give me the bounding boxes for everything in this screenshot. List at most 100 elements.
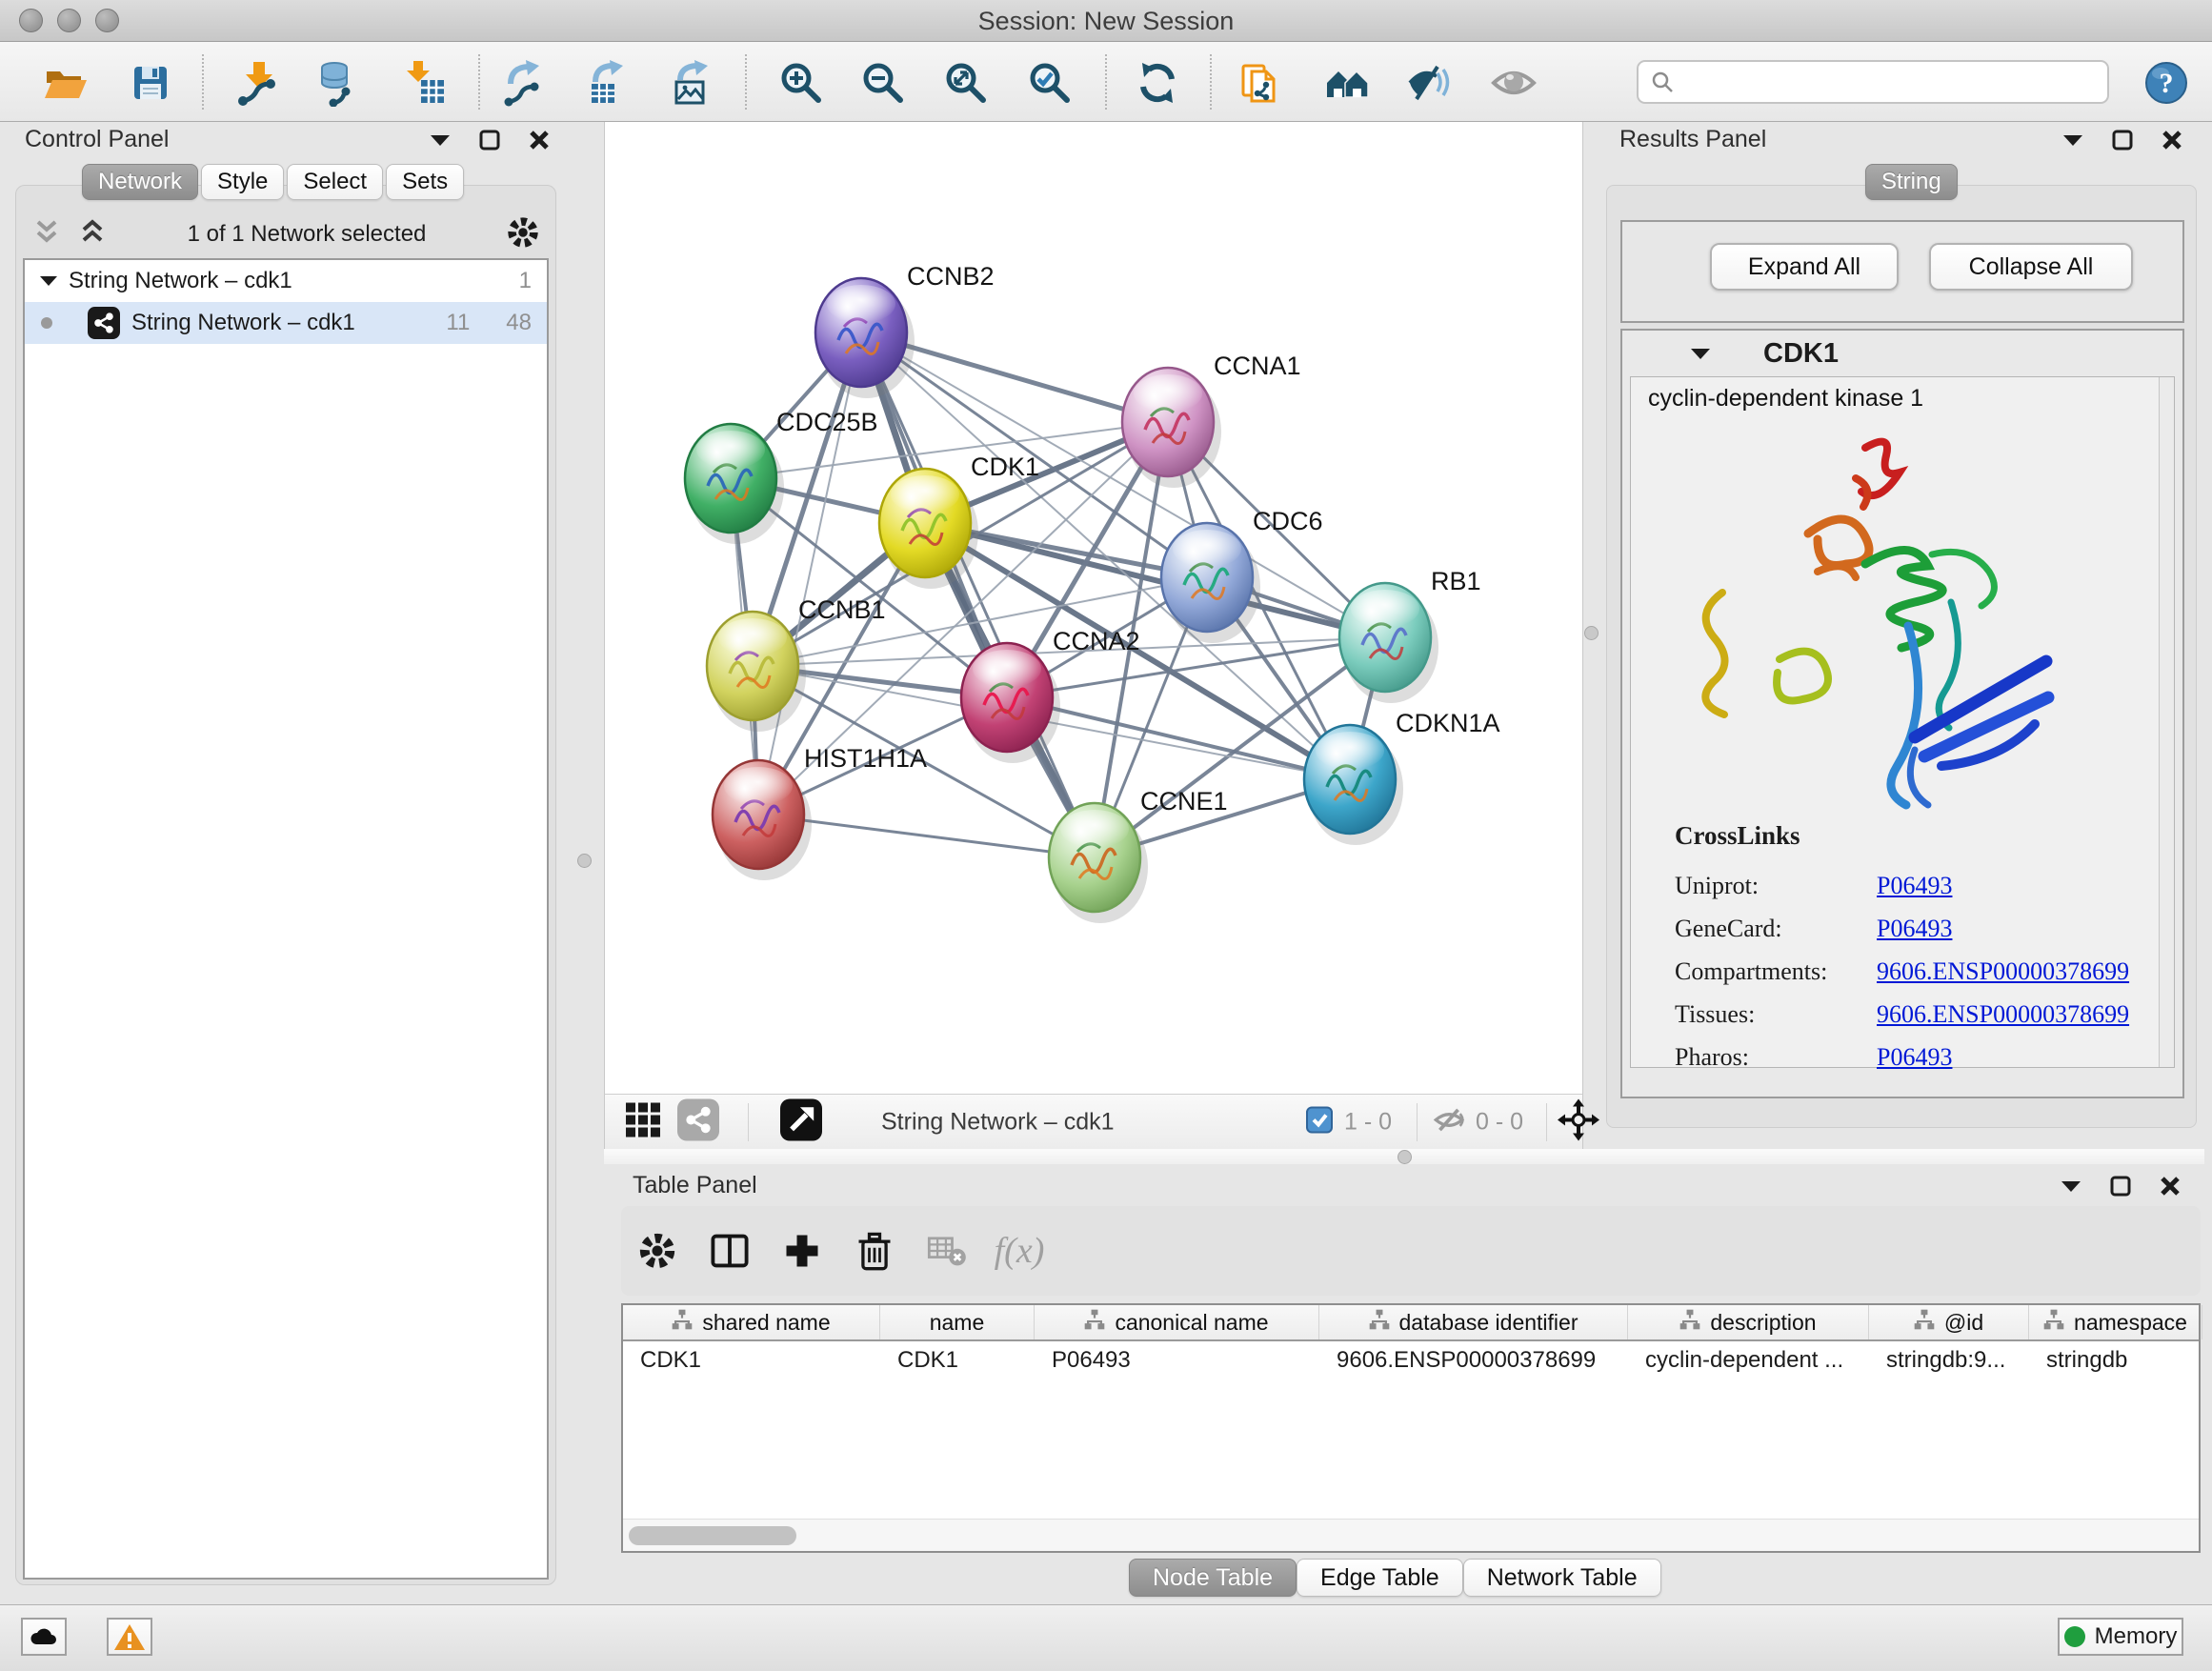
help-icon[interactable]: ? [2142, 58, 2191, 108]
network-node-CDC6[interactable]: CDC6 [1161, 507, 1323, 643]
network-node-CDC25B[interactable]: CDC25B [685, 408, 878, 544]
network-node-CCNB1[interactable]: CCNB1 [707, 595, 886, 732]
pan-crosshair-icon[interactable] [1558, 1098, 1599, 1145]
collapse-all-tree-icon[interactable] [30, 217, 63, 252]
tab-network[interactable]: Network [82, 164, 198, 200]
network-edge[interactable] [861, 332, 1095, 857]
birdseye-view-icon[interactable] [780, 1098, 822, 1145]
left-splitter-grip[interactable] [577, 854, 592, 868]
panel-menu-icon[interactable] [2060, 127, 2086, 153]
tab-sets[interactable]: Sets [386, 164, 464, 200]
crosslink-uniprot[interactable]: P06493 [1877, 872, 1952, 900]
warnings-button[interactable] [107, 1618, 152, 1656]
table-hscrollbar-thumb[interactable] [629, 1526, 796, 1545]
open-session-icon[interactable] [40, 58, 90, 108]
column-header-name[interactable]: name [880, 1305, 1035, 1339]
column-header-id[interactable]: @id [1869, 1305, 2029, 1339]
table-row[interactable]: CDK1CDK1P064939606.ENSP00000378699cyclin… [623, 1341, 2199, 1379]
collapse-all-button[interactable]: Collapse All [1929, 243, 2133, 291]
results-scrollbar[interactable] [2159, 377, 2174, 1067]
save-session-icon[interactable] [126, 58, 175, 108]
network-row-selected[interactable]: String Network – cdk1 11 48 [25, 302, 547, 344]
network-snapshot-icon[interactable] [1236, 58, 1285, 108]
expand-all-tree-icon[interactable] [76, 217, 109, 252]
column-header-sharedname[interactable]: shared name [623, 1305, 880, 1339]
horizontal-splitter-grip[interactable] [1398, 1150, 1412, 1164]
panel-float-icon[interactable] [476, 127, 503, 153]
show-columns-icon[interactable] [703, 1224, 756, 1278]
delete-column-trash-icon[interactable] [848, 1224, 901, 1278]
column-label: shared name [702, 1310, 830, 1336]
tab-node-table[interactable]: Node Table [1129, 1559, 1297, 1597]
grid-view-icon[interactable] [622, 1098, 664, 1145]
crosslink-compartments[interactable]: 9606.ENSP00000378699 [1877, 957, 2129, 986]
hidden-eye-icon[interactable] [1432, 1102, 1466, 1141]
export-network-icon[interactable] [500, 58, 550, 108]
panel-close-icon[interactable] [2157, 1173, 2183, 1199]
column-header-namespace[interactable]: namespace [2029, 1305, 2202, 1339]
panel-menu-icon[interactable] [427, 127, 453, 153]
control-panel-tabs: NetworkStyleSelectSets [82, 164, 467, 200]
import-network-database-icon[interactable] [314, 58, 364, 108]
panel-close-icon[interactable] [526, 127, 553, 153]
tab-edge-table[interactable]: Edge Table [1297, 1559, 1463, 1597]
cloud-status-button[interactable] [21, 1618, 67, 1656]
network-selection-status: 1 of 1 Network selected [109, 221, 505, 248]
panel-float-icon[interactable] [2109, 127, 2136, 153]
zoom-out-icon[interactable] [858, 58, 908, 108]
panel-close-icon[interactable] [2159, 127, 2185, 153]
network-node-CCNE1[interactable]: CCNE1 [1049, 787, 1228, 923]
column-header-canonicalname[interactable]: canonical name [1035, 1305, 1319, 1339]
network-node-CCNB2[interactable]: CCNB2 [815, 262, 995, 398]
toolbar-separator [748, 1103, 749, 1141]
tab-network-table[interactable]: Network Table [1463, 1559, 1661, 1597]
network-graph[interactable]: CCNB2CCNA1CDC25BCDK1CDC6RB1CCNB1CCNA2CDK… [605, 122, 1584, 1094]
string-view-icon[interactable] [677, 1098, 719, 1145]
apply-layout-icon[interactable] [1133, 58, 1182, 108]
right-splitter-grip[interactable] [1584, 626, 1599, 640]
crosslink-pharos[interactable]: P06493 [1877, 1043, 1952, 1072]
expand-all-button[interactable]: Expand All [1710, 243, 1899, 291]
network-node-HIST1H1A[interactable]: HIST1H1A [713, 744, 927, 880]
network-edge[interactable] [758, 332, 861, 815]
panel-menu-icon[interactable] [2058, 1173, 2084, 1199]
add-column-icon[interactable] [775, 1224, 829, 1278]
crosslink-row: Tissues:9606.ENSP00000378699 [1675, 993, 2129, 1036]
tree-expander-icon[interactable] [40, 275, 57, 287]
crosslink-genecard[interactable]: P06493 [1877, 915, 1952, 943]
tab-select[interactable]: Select [287, 164, 383, 200]
import-table-file-icon[interactable] [401, 58, 451, 108]
network-node-CDKN1A[interactable]: CDKN1A [1304, 709, 1500, 845]
node-label-CDKN1A: CDKN1A [1396, 709, 1500, 737]
selected-checkbox-icon[interactable] [1306, 1106, 1333, 1137]
panel-float-icon[interactable] [2107, 1173, 2134, 1199]
network-node-CCNA1[interactable]: CCNA1 [1122, 352, 1301, 488]
table-settings-gear-icon[interactable] [631, 1224, 684, 1278]
crosslinks-rows: Uniprot:P06493GeneCard:P06493Compartment… [1675, 864, 2129, 1078]
crosslink-tissues[interactable]: 9606.ENSP00000378699 [1877, 1000, 2129, 1029]
memory-button[interactable]: Memory [2058, 1618, 2183, 1656]
network-options-gear-icon[interactable] [505, 214, 541, 255]
tab-string[interactable]: String [1865, 164, 1958, 200]
home-networks-icon[interactable] [1323, 58, 1373, 108]
gene-entry-header[interactable]: CDK1 [1622, 331, 2182, 376]
view-eye-icon[interactable] [1489, 58, 1538, 108]
horizontal-splitter[interactable] [604, 1149, 2204, 1164]
protein-structure-image [1665, 421, 2113, 812]
entry-expander-icon[interactable] [1691, 348, 1710, 360]
network-node-RB1[interactable]: RB1 [1339, 567, 1481, 703]
network-canvas[interactable]: CCNB2CCNA1CDC25BCDK1CDC6RB1CCNB1CCNA2CDK… [604, 122, 1583, 1094]
import-network-file-icon[interactable] [234, 58, 284, 108]
zoom-fit-icon[interactable] [941, 58, 991, 108]
export-image-icon[interactable] [668, 58, 717, 108]
hide-unhide-eye-icon[interactable] [1404, 58, 1454, 108]
zoom-in-icon[interactable] [776, 58, 826, 108]
selected-node-edge-counts: 1 - 0 [1344, 1108, 1392, 1136]
export-table-icon[interactable] [583, 58, 633, 108]
column-header-description[interactable]: description [1628, 1305, 1869, 1339]
network-collection-row[interactable]: String Network – cdk1 1 [25, 260, 547, 302]
tab-style[interactable]: Style [201, 164, 284, 200]
search-input[interactable] [1682, 69, 2096, 95]
column-header-databaseidentifier[interactable]: database identifier [1319, 1305, 1628, 1339]
zoom-selected-icon[interactable] [1025, 58, 1075, 108]
